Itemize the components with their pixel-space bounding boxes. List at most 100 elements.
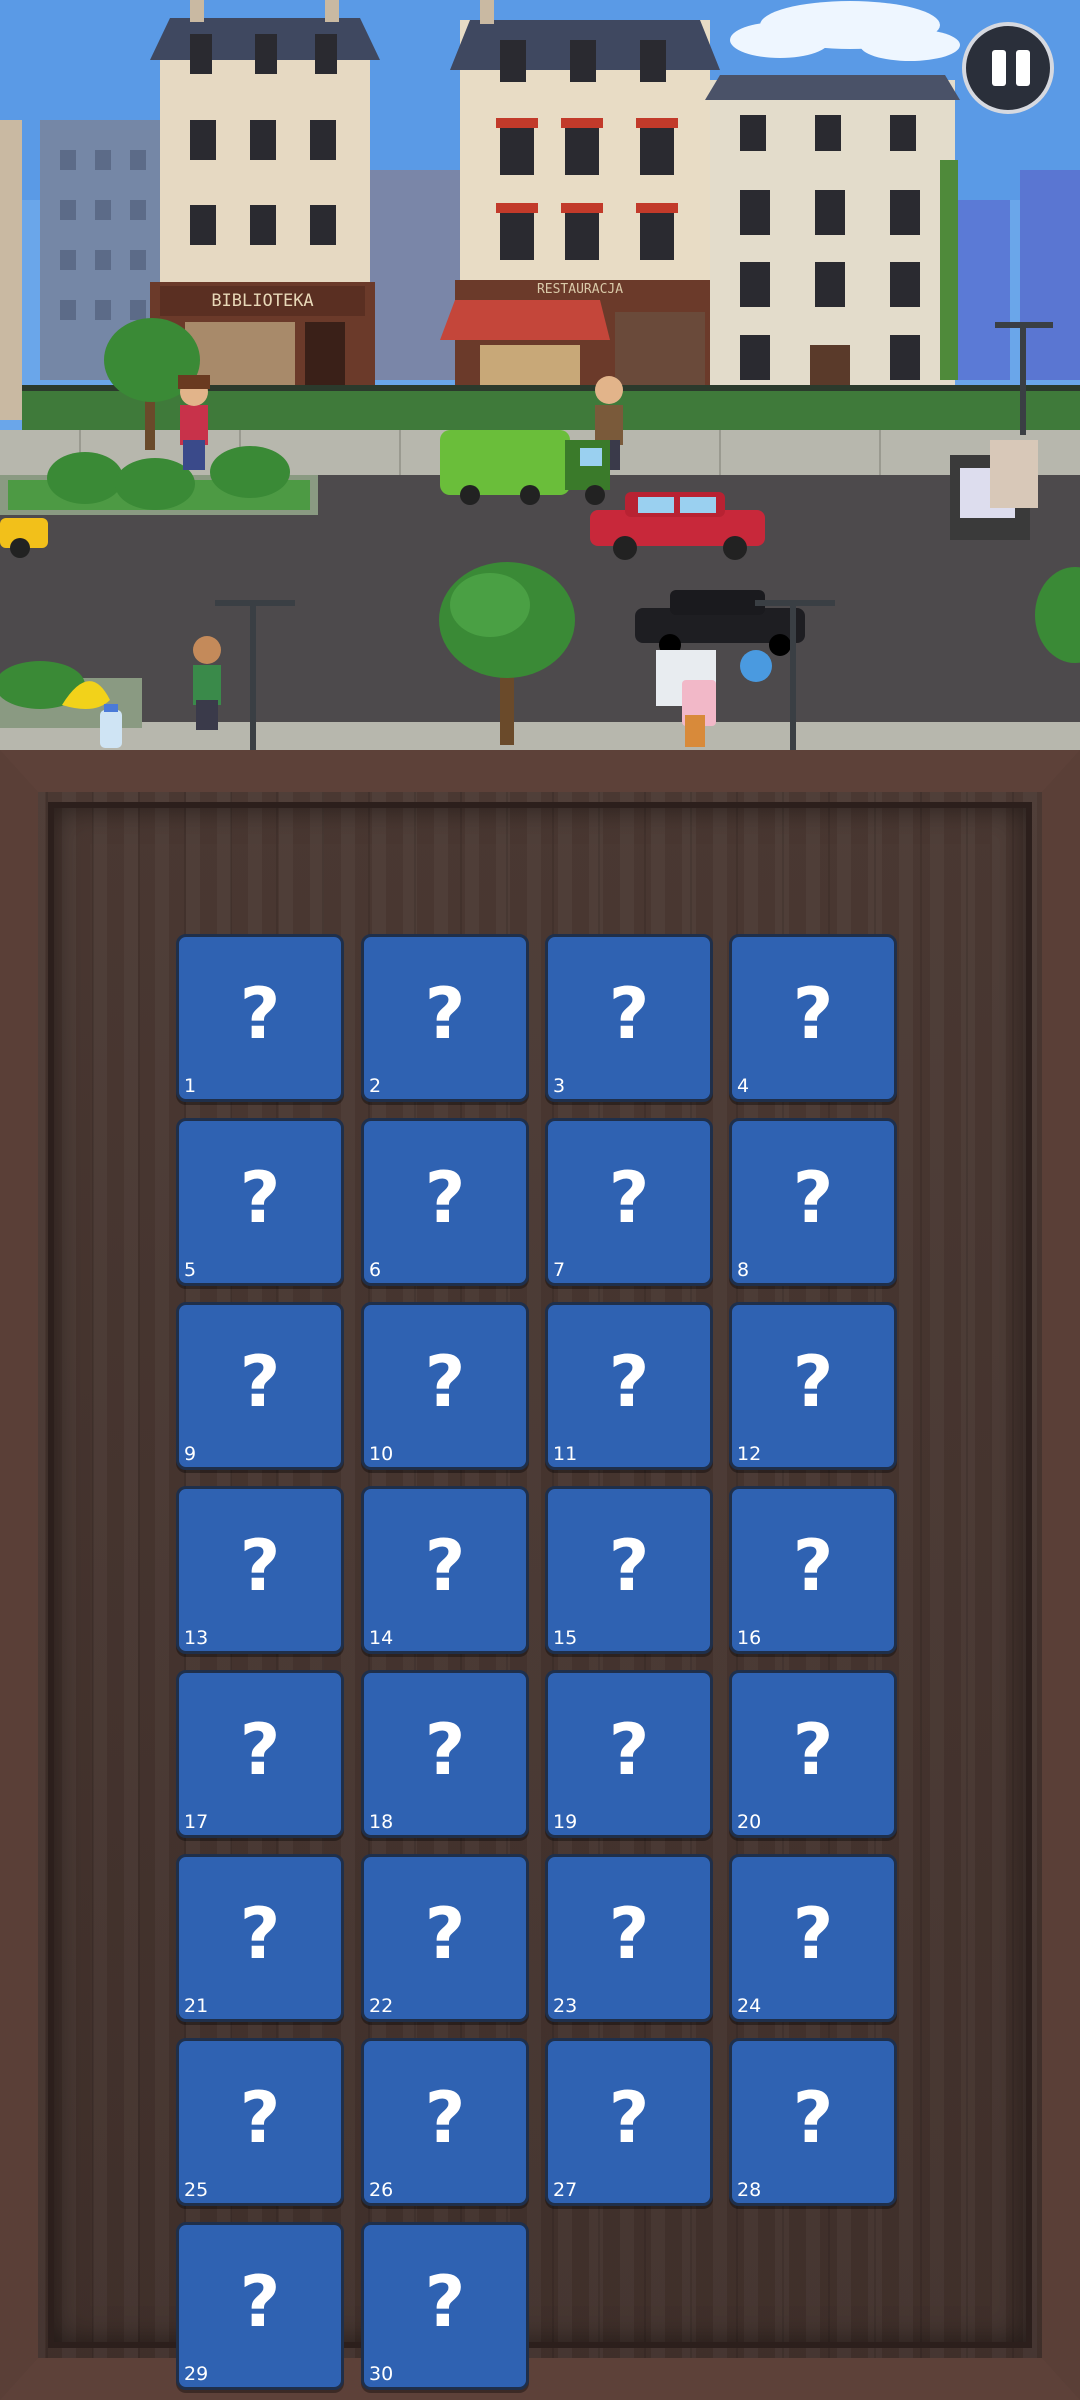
card-question-mark: ? [239,1893,281,1975]
memory-card[interactable]: ? 10 [361,1302,529,1470]
card-question-mark: ? [424,973,466,1055]
bottle-icon [100,704,122,748]
card-question-mark: ? [239,973,281,1055]
memory-card[interactable]: ? 27 [545,2038,713,2206]
card-number: 30 [369,2363,394,2385]
memory-card[interactable]: ? 19 [545,1670,713,1838]
memory-card[interactable]: ? 21 [176,1854,344,2022]
memory-card[interactable]: ? 25 [176,2038,344,2206]
memory-card[interactable]: ? 12 [729,1302,897,1470]
memory-card[interactable]: ? 17 [176,1670,344,1838]
card-question-mark: ? [239,1525,281,1607]
memory-card[interactable]: ? 13 [176,1486,344,1654]
card-number: 26 [369,2179,394,2201]
card-question-mark: ? [792,1341,834,1423]
card-number: 24 [737,1995,762,2017]
street-scene [0,0,1080,750]
memory-card[interactable]: ? 14 [361,1486,529,1654]
card-number: 21 [184,1995,209,2017]
card-number: 3 [553,1075,566,1097]
card-question-mark: ? [424,1157,466,1239]
memory-card[interactable]: ? 5 [176,1118,344,1286]
card-number: 10 [369,1443,394,1465]
card-number: 20 [737,1811,762,1833]
memory-card[interactable]: ? 3 [545,934,713,1102]
memory-card[interactable]: ? 4 [729,934,897,1102]
card-number: 7 [553,1259,566,1281]
card-question-mark: ? [792,973,834,1055]
card-question-mark: ? [424,1893,466,1975]
library-sign: BIBLIOTEKA [211,291,314,311]
card-number: 23 [553,1995,578,2017]
card-question-mark: ? [608,1157,650,1239]
memory-card[interactable]: ? 26 [361,2038,529,2206]
card-board: ? 1 ? 2 ? 3 ? 4 ? 5 ? 6 ? 7 ? 8 ? 9 ? 10 ? 11 ? 12 ?… [0,750,1080,2400]
apple-core-icon [685,715,705,747]
card-number: 5 [184,1259,197,1281]
card-number: 11 [553,1443,578,1465]
card-number: 9 [184,1443,197,1465]
card-question-mark: ? [239,1709,281,1791]
memory-card[interactable]: ? 8 [729,1118,897,1286]
card-number: 18 [369,1811,394,1833]
card-number: 6 [369,1259,382,1281]
card-number: 28 [737,2179,762,2201]
memory-card[interactable]: ? 6 [361,1118,529,1286]
memory-card[interactable]: ? 30 [361,2222,529,2390]
card-question-mark: ? [792,1893,834,1975]
memory-card[interactable]: ? 18 [361,1670,529,1838]
card-number: 29 [184,2363,209,2385]
card-question-mark: ? [792,1157,834,1239]
card-question-mark: ? [792,1709,834,1791]
card-number: 17 [184,1811,209,1833]
memory-card[interactable]: ? 15 [545,1486,713,1654]
milk-carton-icon [990,440,1038,508]
card-question-mark: ? [608,1893,650,1975]
card-number: 19 [553,1811,578,1833]
card-number: 15 [553,1627,578,1649]
card-question-mark: ? [608,2077,650,2159]
card-question-mark: ? [424,1709,466,1791]
card-number: 27 [553,2179,578,2201]
street-illustration [0,0,1080,750]
card-number: 12 [737,1443,762,1465]
card-question-mark: ? [239,2077,281,2159]
memory-card[interactable]: ? 20 [729,1670,897,1838]
card-question-mark: ? [424,1341,466,1423]
card-question-mark: ? [792,2077,834,2159]
card-question-mark: ? [424,2077,466,2159]
card-question-mark: ? [608,1341,650,1423]
pause-button[interactable] [962,22,1054,114]
memory-card[interactable]: ? 1 [176,934,344,1102]
card-number: 13 [184,1627,209,1649]
card-number: 16 [737,1627,762,1649]
card-number: 8 [737,1259,750,1281]
card-question-mark: ? [608,1525,650,1607]
card-number: 4 [737,1075,750,1097]
memory-card[interactable]: ? 29 [176,2222,344,2390]
memory-card[interactable]: ? 23 [545,1854,713,2022]
card-question-mark: ? [424,2261,466,2343]
card-question-mark: ? [792,1525,834,1607]
card-number: 1 [184,1075,197,1097]
pedestrian-boy [193,636,221,730]
memory-card[interactable]: ? 11 [545,1302,713,1470]
card-question-mark: ? [239,1341,281,1423]
memory-card[interactable]: ? 16 [729,1486,897,1654]
card-number: 2 [369,1075,382,1097]
card-number: 22 [369,1995,394,2017]
card-question-mark: ? [424,1525,466,1607]
memory-card[interactable]: ? 24 [729,1854,897,2022]
card-question-mark: ? [608,973,650,1055]
memory-card[interactable]: ? 28 [729,2038,897,2206]
memory-card[interactable]: ? 7 [545,1118,713,1286]
card-number: 25 [184,2179,209,2201]
card-question-mark: ? [239,2261,281,2343]
card-number: 14 [369,1627,394,1649]
memory-card[interactable]: ? 9 [176,1302,344,1470]
memory-card[interactable]: ? 2 [361,934,529,1102]
card-question-mark: ? [239,1157,281,1239]
card-question-mark: ? [608,1709,650,1791]
restaurant-sign: RESTAURACJA [536,282,624,297]
memory-card[interactable]: ? 22 [361,1854,529,2022]
